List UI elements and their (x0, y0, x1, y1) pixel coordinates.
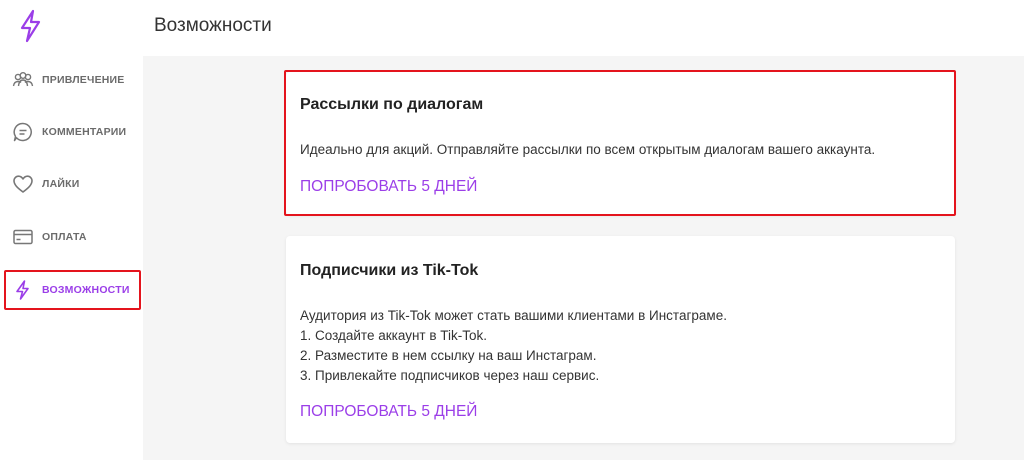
feature-step-1: 1. Создайте аккаунт в Tik-Tok. (300, 328, 488, 343)
feature-step-2: 2. Разместите в нем ссылку на ваш Инстаг… (300, 348, 597, 363)
feature-title: Рассылки по диалогам (300, 96, 484, 113)
credit-card-icon (12, 226, 34, 248)
sidebar-item-likes[interactable]: Лайки (0, 164, 143, 204)
sidebar-item-label: Оплата (42, 231, 87, 243)
feature-card-tiktok-followers: Подписчики из Tik-Tok Аудитория из Tik-T… (286, 236, 955, 443)
page-title: Возможности (154, 15, 272, 36)
users-icon (12, 69, 34, 91)
feature-description: Идеально для акций. Отправляйте рассылки… (300, 142, 876, 157)
sidebar-item-payment[interactable]: Оплата (0, 217, 143, 257)
sidebar-item-features[interactable]: Возможности (0, 270, 143, 310)
feature-title: Подписчики из Tik-Tok (300, 262, 479, 279)
sidebar-item-label: Комментарии (42, 126, 127, 138)
sidebar-item-label: Лайки (42, 178, 80, 190)
lightning-icon (12, 279, 34, 301)
feature-step-3: 3. Привлекайте подписчиков через наш сер… (300, 368, 600, 383)
top-bar: Возможности (0, 0, 1024, 56)
sidebar-item-comments[interactable]: Комментарии (0, 112, 143, 152)
sidebar: Привлечение Комментарии Лайки Оплата (0, 56, 143, 460)
try-5-days-button[interactable]: Попробовать 5 дней (300, 178, 477, 196)
lightning-icon[interactable] (18, 8, 44, 44)
feature-description-line: Аудитория из Tik-Tok может стать вашими … (300, 308, 727, 323)
sidebar-item-label: Возможности (42, 284, 130, 296)
comment-icon (12, 121, 34, 143)
feature-card-dialog-broadcasts: Рассылки по диалогам Идеально для акций.… (286, 72, 955, 215)
sidebar-item-label: Привлечение (42, 74, 125, 86)
heart-icon (12, 173, 34, 195)
try-5-days-button[interactable]: Попробовать 5 дней (300, 403, 477, 421)
sidebar-item-attraction[interactable]: Привлечение (0, 60, 143, 100)
